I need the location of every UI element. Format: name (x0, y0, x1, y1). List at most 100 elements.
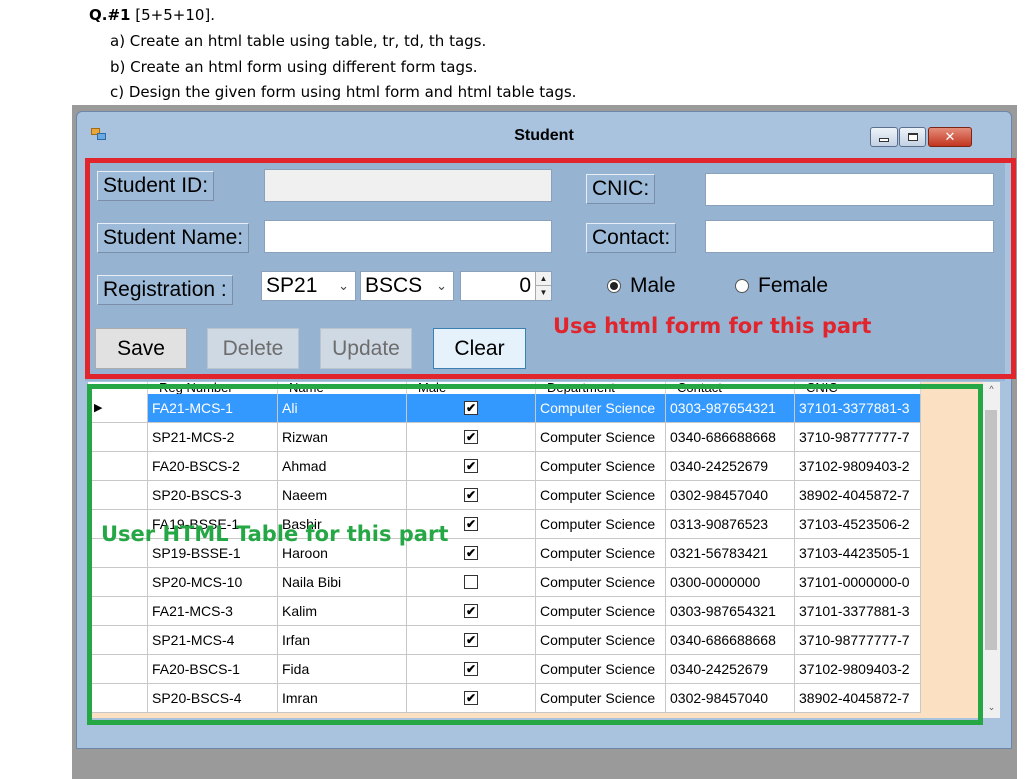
cell-department[interactable]: Computer Science (536, 655, 666, 684)
column-header-name[interactable]: Name (278, 382, 407, 394)
column-header-department[interactable]: Department (536, 382, 666, 394)
cell-reg-number[interactable]: SP20-BSCS-4 (148, 684, 278, 713)
row-header[interactable] (88, 684, 148, 713)
cell-cnic[interactable]: 3710-98777777-7 (795, 423, 921, 452)
maximize-button[interactable] (899, 127, 926, 147)
row-header[interactable] (88, 655, 148, 684)
cell-department[interactable]: Computer Science (536, 568, 666, 597)
cell-cnic[interactable]: 37103-4523506-2 (795, 510, 921, 539)
vertical-scrollbar[interactable]: ^ ⌄ (983, 382, 1000, 718)
checked-checkbox-icon[interactable]: ✔ (464, 662, 478, 676)
unchecked-checkbox-icon[interactable] (464, 575, 478, 589)
cell-department[interactable]: Computer Science (536, 684, 666, 713)
gender-radio-female[interactable]: Female (735, 272, 828, 300)
cell-cnic[interactable]: 3710-98777777-7 (795, 626, 921, 655)
cell-reg-number[interactable]: FA21-MCS-3 (148, 597, 278, 626)
delete-button[interactable]: Delete (207, 328, 299, 369)
row-header[interactable] (88, 626, 148, 655)
cell-contact[interactable]: 0340-24252679 (666, 655, 795, 684)
cell-reg-number[interactable]: FA20-BSCS-1 (148, 655, 278, 684)
scroll-down-icon[interactable]: ⌄ (983, 702, 1000, 716)
cell-name[interactable]: Ali (278, 394, 407, 423)
cell-name[interactable]: Naeem (278, 481, 407, 510)
cell-department[interactable]: Computer Science (536, 539, 666, 568)
checked-checkbox-icon[interactable]: ✔ (464, 459, 478, 473)
student-name-field[interactable] (264, 220, 552, 253)
update-button[interactable]: Update (320, 328, 412, 369)
checked-checkbox-icon[interactable]: ✔ (464, 517, 478, 531)
session-select[interactable]: SP21 ⌄ (261, 271, 356, 301)
cell-contact[interactable]: 0303-987654321 (666, 597, 795, 626)
cnic-field[interactable] (705, 173, 994, 206)
row-header[interactable] (88, 452, 148, 481)
table-row[interactable]: SP20-BSCS-3 Naeem ✔ Computer Science 0302-98… (88, 481, 921, 510)
cell-contact[interactable]: 0340-686688668 (666, 423, 795, 452)
cell-cnic[interactable]: 37101-3377881-3 (795, 394, 921, 423)
column-header-male[interactable]: Male (407, 382, 536, 394)
cell-cnic[interactable]: 38902-4045872-7 (795, 684, 921, 713)
cell-reg-number[interactable]: FA20-BSCS-2 (148, 452, 278, 481)
cell-reg-number[interactable]: SP21-MCS-4 (148, 626, 278, 655)
cell-male[interactable] (407, 568, 536, 597)
cell-department[interactable]: Computer Science (536, 510, 666, 539)
checked-checkbox-icon[interactable]: ✔ (464, 488, 478, 502)
row-header[interactable] (88, 481, 148, 510)
clear-button[interactable]: Clear (433, 328, 526, 369)
table-row[interactable]: FA20-BSCS-2 Ahmad ✔ Computer Science 0340-24… (88, 452, 921, 481)
checked-checkbox-icon[interactable]: ✔ (464, 546, 478, 560)
stepper-up-icon[interactable]: ▲ (536, 272, 551, 286)
row-header[interactable]: ▶ (88, 394, 148, 423)
cell-name[interactable]: Imran (278, 684, 407, 713)
cell-cnic[interactable]: 37102-9809403-2 (795, 655, 921, 684)
save-button[interactable]: Save (95, 328, 187, 369)
cell-reg-number[interactable]: SP20-MCS-10 (148, 568, 278, 597)
cell-cnic[interactable]: 37101-3377881-3 (795, 597, 921, 626)
gender-radio-male[interactable]: Male (607, 272, 676, 300)
cell-reg-number[interactable]: SP20-BSCS-3 (148, 481, 278, 510)
row-header[interactable] (88, 597, 148, 626)
cell-male[interactable]: ✔ (407, 481, 536, 510)
cell-name[interactable]: Rizwan (278, 423, 407, 452)
table-row[interactable]: SP21-MCS-2 Rizwan ✔ Computer Science 0340-68… (88, 423, 921, 452)
cell-department[interactable]: Computer Science (536, 423, 666, 452)
cell-male[interactable]: ✔ (407, 423, 536, 452)
cell-male[interactable]: ✔ (407, 394, 536, 423)
stepper-down-icon[interactable]: ▼ (536, 286, 551, 300)
cell-contact[interactable]: 0340-24252679 (666, 452, 795, 481)
title-bar[interactable]: Student ✕ (77, 112, 1011, 156)
table-row[interactable]: ▶ FA21-MCS-1 Ali ✔ Computer Science 0303-9876… (88, 394, 921, 423)
checked-checkbox-icon[interactable]: ✔ (464, 430, 478, 444)
cell-male[interactable]: ✔ (407, 597, 536, 626)
contact-field[interactable] (705, 220, 994, 253)
cell-male[interactable]: ✔ (407, 452, 536, 481)
column-header-reg-number[interactable]: Reg Number (148, 382, 278, 394)
close-button[interactable]: ✕ (928, 127, 972, 147)
cell-contact[interactable]: 0340-686688668 (666, 626, 795, 655)
column-header-contact[interactable]: Contact (666, 382, 795, 394)
table-row[interactable]: FA21-MCS-3 Kalim ✔ Computer Science 0303-987… (88, 597, 921, 626)
checked-checkbox-icon[interactable]: ✔ (464, 691, 478, 705)
cell-contact[interactable]: 0303-987654321 (666, 394, 795, 423)
table-row[interactable]: SP20-MCS-10 Naila Bibi Computer Science 030… (88, 568, 921, 597)
cell-name[interactable]: Irfan (278, 626, 407, 655)
cell-department[interactable]: Computer Science (536, 626, 666, 655)
cell-department[interactable]: Computer Science (536, 452, 666, 481)
checked-checkbox-icon[interactable]: ✔ (464, 604, 478, 618)
table-row[interactable]: SP20-BSCS-4 Imran ✔ Computer Science 0302-98… (88, 684, 921, 713)
cell-reg-number[interactable]: SP21-MCS-2 (148, 423, 278, 452)
row-header[interactable] (88, 423, 148, 452)
cell-contact[interactable]: 0321-56783421 (666, 539, 795, 568)
cell-contact[interactable]: 0300-0000000 (666, 568, 795, 597)
cell-name[interactable]: Kalim (278, 597, 407, 626)
cell-cnic[interactable]: 37103-4423505-1 (795, 539, 921, 568)
number-stepper[interactable]: 0 ▲ ▼ (460, 271, 552, 301)
table-row[interactable]: SP21-MCS-4 Irfan ✔ Computer Science 0340-686… (88, 626, 921, 655)
cell-male[interactable]: ✔ (407, 655, 536, 684)
cell-male[interactable]: ✔ (407, 684, 536, 713)
scroll-up-icon[interactable]: ^ (983, 384, 1000, 398)
program-select[interactable]: BSCS ⌄ (360, 271, 454, 301)
cell-male[interactable]: ✔ (407, 626, 536, 655)
cell-cnic[interactable]: 37102-9809403-2 (795, 452, 921, 481)
checked-checkbox-icon[interactable]: ✔ (464, 633, 478, 647)
cell-department[interactable]: Computer Science (536, 394, 666, 423)
